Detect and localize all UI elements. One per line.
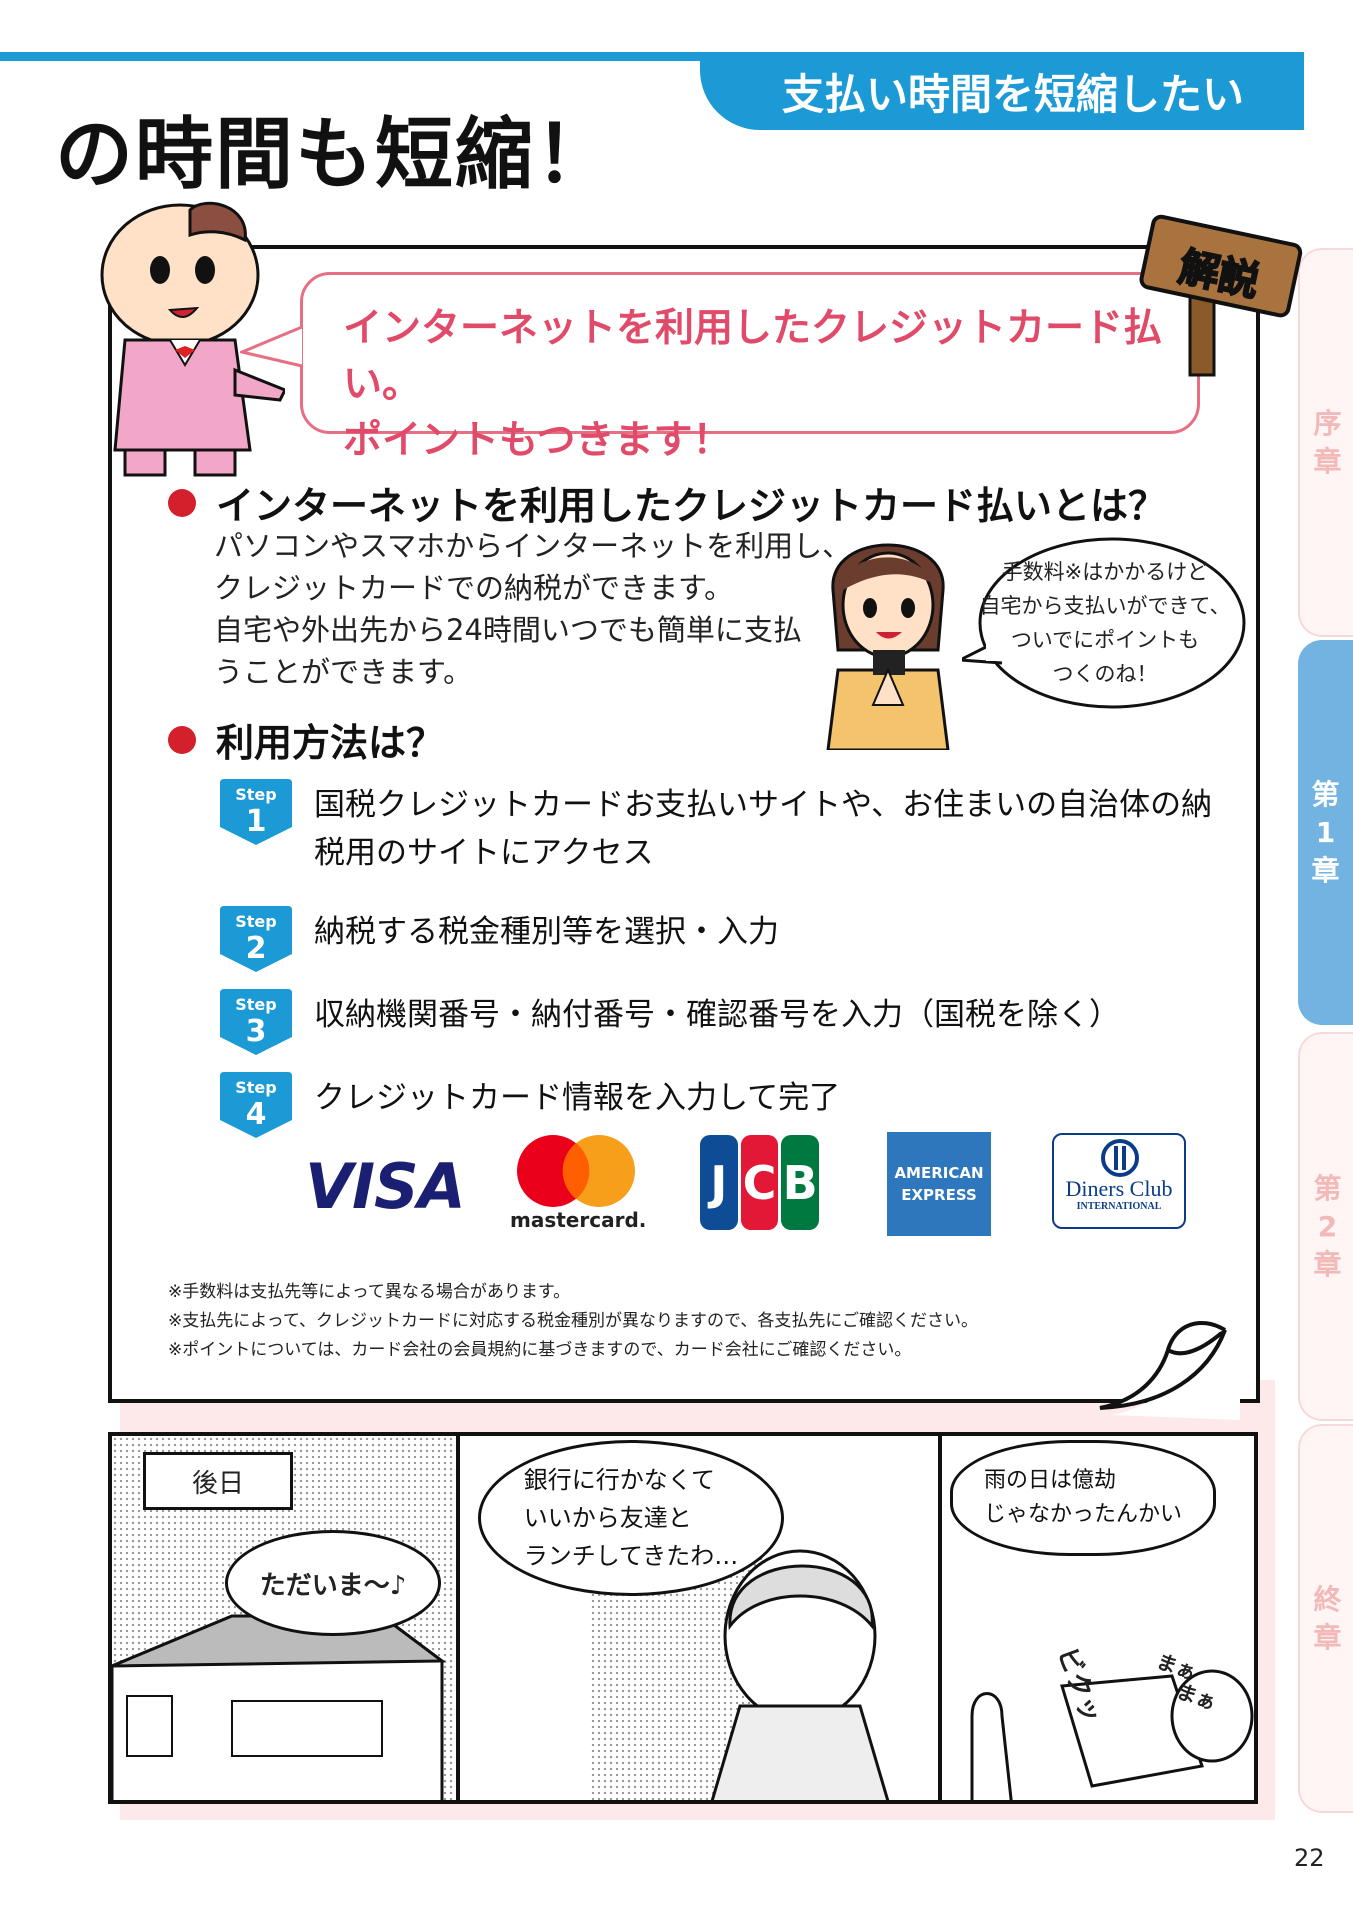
- footnote: ※手数料は支払先等によって異なる場合があります。: [168, 1282, 571, 1302]
- section-2-heading: 利用方法は？: [168, 712, 444, 767]
- bubble-line: 手数料※はかかるけど: [1001, 560, 1209, 584]
- header-rule: [0, 52, 710, 61]
- step-number: 4: [246, 1097, 267, 1132]
- signboard-icon: 解説: [1139, 214, 1303, 377]
- step-number: 2: [246, 931, 267, 966]
- diners-subtitle: INTERNATIONAL: [1076, 1201, 1162, 1212]
- speech-line: ランチしてきたわ…: [523, 1542, 739, 1570]
- comic-speech-1: ただいま〜♪: [225, 1530, 441, 1636]
- step-number: 3: [246, 1014, 267, 1049]
- jcb-letter: C: [740, 1135, 779, 1230]
- jcb-logo: J C B: [700, 1135, 822, 1230]
- tab-label: 章: [1313, 1620, 1342, 1654]
- mastercard-wordmark: mastercard.: [510, 1208, 647, 1232]
- diners-emblem-icon: [1101, 1139, 1139, 1177]
- tab-label: 終: [1313, 1582, 1342, 1616]
- page-headline: の時間も短縮！: [55, 110, 616, 200]
- footnote: ※支払先によって、クレジットカードに対応する税金種別が異なりますので、各支払先に…: [168, 1311, 979, 1331]
- mastercard-logo: [517, 1135, 635, 1207]
- step-badge: Step 3: [220, 989, 292, 1055]
- step-badge: Step 2: [220, 906, 292, 972]
- step-text: クレジットカード情報を入力して完了: [314, 1080, 841, 1116]
- step-number: 1: [246, 804, 267, 839]
- jcb-letter: J: [700, 1135, 738, 1230]
- bullet-dot: [168, 488, 196, 517]
- step-text: 収納機関番号・納付番号・確認番号を入力（国税を除く）: [314, 997, 1120, 1033]
- tab-prologue[interactable]: 序 章: [1298, 248, 1353, 637]
- page-number: 22: [1294, 1844, 1325, 1872]
- comic-speech-3: 雨の日は億劫 じゃなかったんかい: [950, 1440, 1216, 1556]
- visa-logo: VISA: [305, 1150, 466, 1223]
- woman-character: [826, 543, 950, 750]
- footnotes: ※手数料は支払先等によって異なる場合があります。 ※支払先によって、クレジットカ…: [168, 1278, 978, 1365]
- tab-label: 第: [1311, 777, 1340, 811]
- step-word: Step: [235, 995, 276, 1014]
- bubble-line: つくのね！: [1052, 662, 1158, 686]
- tab-chapter-1[interactable]: 第 1 章: [1298, 640, 1353, 1025]
- step-badge: Step 4: [220, 1072, 292, 1138]
- speech-tail: [240, 325, 303, 368]
- tab-label: 章: [1313, 444, 1342, 478]
- jcb-letter: B: [781, 1135, 820, 1230]
- speech-line: 雨の日は億劫: [983, 1468, 1116, 1493]
- speech-line-1: インターネットを利用したクレジットカード払い。: [343, 306, 1163, 407]
- page-curl-decoration: [1099, 1290, 1240, 1420]
- amex-logo: AMERICAN EXPRESS: [887, 1132, 991, 1236]
- body-line: クレジットカードでの納税ができます。: [214, 571, 734, 605]
- speech-text: ただいま〜♪: [259, 1570, 407, 1601]
- explanation-speech-bubble: インターネットを利用したクレジットカード払い。 ポイントもつきます！: [300, 272, 1200, 463]
- amex-line: EXPRESS: [901, 1186, 977, 1204]
- bubble-line: 自宅から支払いができて、: [979, 594, 1231, 618]
- step-badge: Step 1: [220, 779, 292, 845]
- comic-caption: 後日: [143, 1452, 293, 1510]
- tab-label: 2: [1317, 1209, 1338, 1243]
- footnote: ※ポイントについては、カード会社の会員規約に基づきますので、カード会社にご確認く…: [168, 1340, 912, 1360]
- tab-epilogue[interactable]: 終 章: [1298, 1424, 1353, 1813]
- heading-text: インターネットを利用したクレジットカード払いとは？: [216, 484, 1167, 528]
- tab-chapter-2[interactable]: 第 2 章: [1298, 1032, 1353, 1421]
- speech-line: いいから友達と: [523, 1504, 692, 1532]
- step-text: 納税する税金種別等を選択・入力: [314, 914, 779, 950]
- woman-speech-bubble: 手数料※はかかるけど 自宅から支払いができて、 ついでにポイントも つくのね！: [962, 535, 1248, 721]
- tab-label: 1: [1315, 815, 1336, 849]
- section-tag: 支払い時間を短縮したい: [700, 52, 1304, 130]
- bubble-line: ついでにポイントも: [1010, 628, 1200, 652]
- speech-line: 銀行に行かなくて: [523, 1466, 715, 1494]
- step-word: Step: [235, 1078, 276, 1097]
- speech-line: じゃなかったんかい: [983, 1502, 1182, 1527]
- tab-label: 章: [1311, 853, 1340, 887]
- tab-label: 第: [1313, 1171, 1342, 1205]
- tab-label: 序: [1313, 406, 1342, 440]
- heading-text: 利用方法は？: [216, 721, 445, 765]
- section-1-heading: インターネットを利用したクレジットカード払いとは？: [168, 475, 1166, 530]
- step-word: Step: [235, 785, 276, 804]
- body-line: 自宅や外出先から24時間いつでも簡単に支払: [214, 613, 802, 647]
- diners-wordmark: Diners Club: [1065, 1176, 1173, 1201]
- comic-speech-2: 銀行に行かなくて いいから友達と ランチしてきたわ…: [478, 1440, 784, 1596]
- bullet-dot: [168, 725, 196, 754]
- section-1-body: パソコンやスマホからインターネットを利用し、 クレジットカードでの納税ができます…: [214, 525, 851, 693]
- tab-label: 章: [1313, 1247, 1342, 1281]
- step-text: 税用のサイトにアクセス: [314, 835, 654, 871]
- amex-line: AMERICAN: [894, 1164, 984, 1182]
- step-text: 国税クレジットカードお支払いサイトや、お住まいの自治体の納: [314, 787, 1213, 823]
- body-line: うことができます。: [214, 655, 473, 689]
- step-word: Step: [235, 912, 276, 931]
- body-line: パソコンやスマホからインターネットを利用し、: [214, 529, 852, 563]
- speech-line-2: ポイントもつきます！: [343, 418, 732, 463]
- diners-club-logo: Diners Club INTERNATIONAL: [1052, 1133, 1186, 1229]
